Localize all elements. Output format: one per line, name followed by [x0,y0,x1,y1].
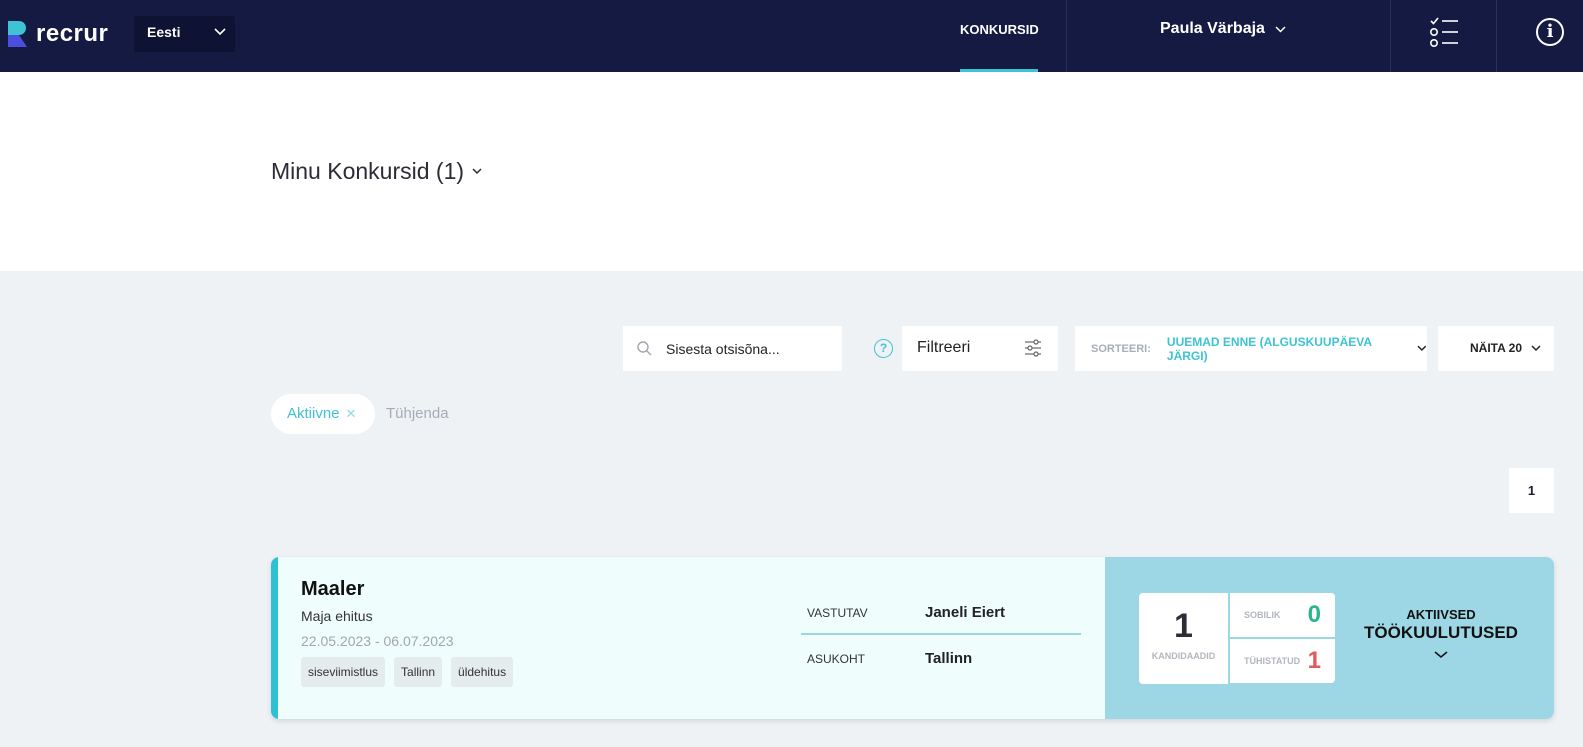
job-card[interactable]: Maaler Maja ehitus 22.05.2023 - 06.07.20… [271,557,1554,719]
page-title-dropdown[interactable]: Minu Konkursid (1) [271,158,482,185]
filter-label: Filtreeri [917,339,971,356]
filter-chip-active[interactable]: Aktiivne ✕ [271,394,375,434]
candidates-label: KANDIDAADID [1151,651,1216,661]
language-value: Eesti [147,24,181,40]
chevron-down-icon [1531,345,1541,352]
chevron-down-icon [214,28,226,36]
job-tags: siseviimistlus Tallinn üldehitus [301,657,514,687]
search-icon [637,341,652,356]
info-icon[interactable]: i [1536,18,1564,46]
search-input[interactable] [666,340,836,357]
page-title: Minu Konkursid (1) [271,158,465,184]
task-list-icon[interactable] [1429,16,1459,48]
user-name: Paula Värbaja [1160,20,1265,37]
responsible-label: VASTUTAV [807,605,868,620]
nav-divider [1066,0,1067,72]
job-stats-panel: 1 KANDIDAADID SOBILIK 0 TÜHISTATUD 1 AKT… [1105,557,1554,719]
page-size-select[interactable]: NÄITA 20 [1438,326,1554,371]
job-title[interactable]: Maaler [301,578,364,601]
sort-select[interactable]: SORTEERI: UUEMAD ENNE (ALGUSKUUPÄEVA JÄR… [1075,326,1427,371]
cancelled-count: 1 [1307,647,1321,674]
nav-divider [1496,0,1497,72]
pagination-page[interactable]: 1 [1509,468,1554,513]
job-tag: üldehitus [451,657,514,687]
job-dates: 22.05.2023 - 06.07.2023 [301,633,454,649]
user-menu[interactable]: Paula Värbaja [1160,20,1286,38]
job-details: Maaler Maja ehitus 22.05.2023 - 06.07.20… [271,557,1105,719]
top-navigation-bar: recrur Eesti KONKURSID Paula Värbaja i [0,0,1583,72]
job-tag: siseviimistlus [301,657,386,687]
location-row: ASUKOHT Tallinn [801,637,1081,680]
help-icon[interactable]: ? [874,339,893,358]
recrur-logo-icon [8,21,27,47]
candidates-count: 1 [1174,607,1193,645]
search-box[interactable] [623,326,842,371]
responsible-value: Janeli Eiert [925,604,1006,621]
nav-divider [1390,0,1391,72]
tab-konkursid[interactable]: KONKURSID [960,0,1039,72]
chevron-down-icon [1275,25,1286,33]
chevron-down-icon [1417,345,1427,351]
location-value: Tallinn [925,650,973,667]
job-tag: Tallinn [394,657,443,687]
logo[interactable]: recrur [8,20,108,48]
cancelled-count-box[interactable]: TÜHISTATUD 1 [1230,639,1335,683]
sliders-icon [1025,339,1041,357]
cancelled-label: TÜHISTATUD [1244,656,1301,666]
job-company: Maja ehitus [301,608,373,624]
page-size-label: NÄITA 20 [1470,341,1523,355]
filter-button[interactable]: Filtreeri [902,326,1058,371]
page-header: Minu Konkursid (1) [0,72,1583,271]
sort-label: SORTEERI: [1091,342,1151,355]
language-select[interactable]: Eesti [134,16,235,52]
location-label: ASUKOHT [807,651,866,666]
sort-value: UUEMAD ENNE (ALGUSKUUPÄEVA JÄRGI) [1166,334,1372,363]
chevron-down-icon [472,168,482,175]
suitable-count: 0 [1307,601,1321,628]
postings-label-main: TÖÖKUULUTUSED [1364,623,1518,642]
chevron-down-icon [1434,651,1448,658]
clear-filters-link[interactable]: Tühjenda [386,405,449,422]
filter-chip-label: Aktiivne [287,405,340,422]
suitable-label: SOBILIK [1244,610,1281,620]
suitable-count-box[interactable]: SOBILIK 0 [1230,593,1335,637]
responsible-row: VASTUTAV Janeli Eiert [801,592,1081,635]
candidates-count-box[interactable]: 1 KANDIDAADID [1139,593,1228,684]
postings-label-top: AKTIIVSED [1406,607,1476,622]
tab-konkursid-label: KONKURSID [960,22,1039,37]
close-icon[interactable]: ✕ [346,406,357,421]
active-postings-toggle[interactable]: AKTIIVSED TÖÖKUULUTUSED [1361,607,1521,664]
logo-text: recrur [36,20,109,47]
